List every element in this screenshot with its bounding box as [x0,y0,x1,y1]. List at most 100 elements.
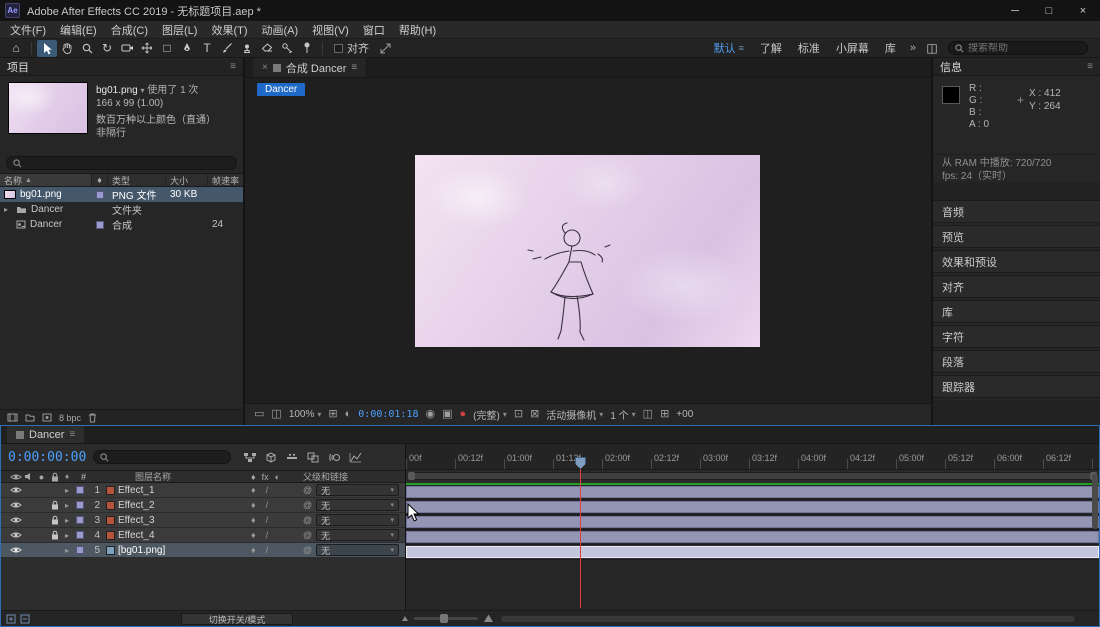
layer-track-2[interactable] [406,500,1099,515]
layer-label-chip[interactable] [73,501,87,509]
project-search-input[interactable] [26,158,230,169]
lock-icon[interactable] [48,515,61,525]
region-of-interest-icon[interactable]: ⊡ [514,409,523,420]
layer-row-4[interactable]: ▸ 4 Effect_4 ♦/ @ 无▾ [1,528,405,543]
layer-row-1[interactable]: ▸ 1 Effect_1 ♦/ @ 无▾ [1,483,405,498]
panel-tab-character[interactable]: 字符 [933,325,1100,348]
footage-caret-icon[interactable]: ▾ [141,86,145,95]
parent-dropdown[interactable]: 无▾ [316,484,399,496]
workspace-tab-libraries[interactable]: 库 [877,40,904,56]
layer-duration-bar[interactable] [406,516,1099,528]
project-panel-menu-icon[interactable]: ≡ [230,61,236,72]
timeline-horizontal-scrollbar[interactable] [501,616,1075,622]
pan-behind-tool-icon[interactable] [137,40,157,57]
video-column-icon[interactable] [9,473,22,481]
clone-stamp-tool-icon[interactable] [237,40,257,57]
show-snapshot-icon[interactable]: ▣ [442,409,452,420]
fx-column-icon[interactable]: fx [262,472,269,482]
parent-dropdown[interactable]: 无▾ [316,499,399,511]
timeline-track-area[interactable]: 00f 00:12f 01:00f 01:12f 02:00f 02:12f 0… [406,444,1099,610]
layer-track-4[interactable] [406,530,1099,545]
layer-label-chip[interactable] [73,486,87,494]
quality-column-icon[interactable]: ♦ [251,472,256,482]
exposure-value[interactable]: +00 [676,409,693,420]
puppet-pin-tool-icon[interactable] [297,40,317,57]
layer-switches[interactable]: ♦/ [247,515,303,525]
parent-link-column-header[interactable]: 父级和链接 [303,470,405,483]
layer-name-column-header[interactable]: 图层名称 [89,470,247,483]
layer-row-3[interactable]: ▸ 3 Effect_3 ♦/ @ 无▾ [1,513,405,528]
preview-time-display[interactable]: 0:00:01:18 [358,409,418,420]
project-row-bg01[interactable]: bg01.png PNG 文件 30 KB [0,187,243,202]
selection-tool-icon[interactable] [37,40,57,57]
layer-row-2[interactable]: ▸ 2 Effect_2 ♦/ @ 无▾ [1,498,405,513]
pen-tool-icon[interactable] [177,40,197,57]
project-panel-header[interactable]: 项目 ≡ [0,58,243,76]
layer-duration-bar[interactable] [406,486,1099,498]
bit-depth-label[interactable]: 8 bpc [59,413,81,423]
menu-layer[interactable]: 图层(L) [155,22,204,38]
home-icon[interactable]: ⌂ [6,40,26,57]
panel-tab-preview[interactable]: 预览 [933,225,1100,248]
info-panel-menu-icon[interactable]: ≡ [1087,61,1093,72]
eye-icon[interactable] [9,486,22,494]
zoom-slider-handle[interactable] [440,614,448,623]
interpret-footage-icon[interactable] [7,413,18,422]
maximize-button[interactable]: □ [1032,0,1066,21]
work-area-start-handle[interactable] [408,472,415,480]
menu-edit[interactable]: 编辑(E) [53,22,104,38]
composition-canvas[interactable] [415,155,760,347]
panel-tab-tracker[interactable]: 跟踪器 [933,375,1100,398]
expand-layers-icon[interactable] [6,614,16,624]
info-panel-header[interactable]: 信息 ≡ [933,58,1100,76]
layer-name[interactable]: Effect_2 [118,500,247,511]
workspace-tab-learn[interactable]: 了解 [752,40,790,56]
layer-expander-icon[interactable]: ▸ [61,486,73,495]
pick-whip-icon[interactable]: @ [303,485,312,495]
work-area-bar[interactable] [406,470,1099,483]
audio-column-icon[interactable] [22,472,35,481]
brush-tool-icon[interactable] [217,40,237,57]
current-time-display[interactable]: 0:00:00:00 [8,450,86,465]
layer-expander-icon[interactable]: ▸ [61,531,73,540]
layer-track-3[interactable] [406,515,1099,530]
new-folder-icon[interactable] [25,413,35,422]
item-label-cell[interactable] [92,191,108,199]
menu-view[interactable]: 视图(V) [305,22,356,38]
text-tool-icon[interactable]: T [197,40,217,57]
fast-preview-icon[interactable]: ⊞ [660,409,669,420]
layer-name[interactable]: [bg01.png] [118,545,247,556]
composition-panel-menu-icon[interactable]: ≡ [351,62,357,73]
label-chip[interactable] [96,221,104,229]
folder-expander-icon[interactable]: ▸ [4,205,12,214]
layer-name[interactable]: Effect_3 [118,515,247,526]
transparency-grid-icon[interactable]: ⊠ [530,409,539,420]
snap-checkbox-box[interactable] [334,44,343,53]
solo-column-icon[interactable]: ● [35,472,48,482]
panel-tab-align[interactable]: 对齐 [933,275,1100,298]
menu-effect[interactable]: 效果(T) [204,22,254,38]
column-header-framerate[interactable]: 帧速率 [208,174,243,186]
parent-dropdown[interactable]: 无▾ [316,544,399,556]
layer-track-1[interactable] [406,485,1099,500]
layer-expander-icon[interactable]: ▸ [61,516,73,525]
motion-blur-column-icon[interactable]: ◐ [275,472,280,482]
pixel-aspect-icon[interactable]: ◫ [643,409,653,420]
new-composition-icon[interactable] [42,413,52,422]
hide-shy-layers-icon[interactable] [284,450,300,464]
zoom-tool-icon[interactable] [77,40,97,57]
motion-blur-icon[interactable] [326,450,342,464]
time-ruler[interactable]: 00f 00:12f 01:00f 01:12f 02:00f 02:12f 0… [406,444,1099,470]
layer-expander-icon[interactable]: ▸ [61,546,73,555]
frame-blending-icon[interactable] [305,450,321,464]
rotation-tool-icon[interactable]: ↻ [97,40,117,57]
layer-name[interactable]: Effect_1 [118,485,247,496]
snap-checkbox[interactable]: 对齐 [334,40,369,56]
zoom-select[interactable]: 100% ▾ [289,409,322,420]
snap-options-icon[interactable] [375,40,395,57]
parent-dropdown[interactable]: 无▾ [316,529,399,541]
zoom-slider-track[interactable] [414,617,478,620]
workspace-tab-default[interactable]: 默认 ≡ [706,40,752,56]
menu-file[interactable]: 文件(F) [3,22,53,38]
eraser-tool-icon[interactable] [257,40,277,57]
